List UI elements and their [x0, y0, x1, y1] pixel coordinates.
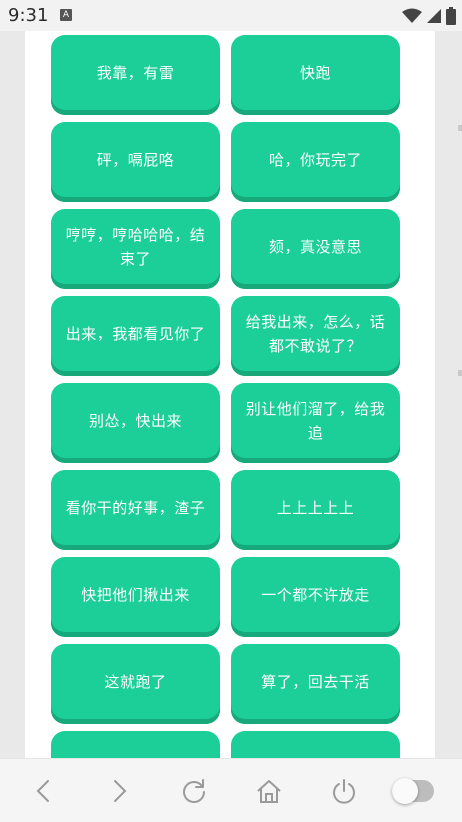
sound-button[interactable]: 颏，真没意思 — [231, 209, 400, 289]
status-icons — [402, 6, 456, 26]
sound-button[interactable]: 我靠，有雷 — [51, 35, 220, 115]
scroll-mark — [458, 370, 462, 376]
sound-button[interactable]: 一个都不许放走 — [231, 557, 400, 637]
signal-icon — [426, 8, 442, 24]
home-button[interactable] — [251, 773, 287, 809]
battery-icon — [446, 7, 456, 25]
sound-button[interactable] — [51, 731, 220, 758]
home-icon — [257, 780, 281, 803]
toggle-switch[interactable] — [392, 778, 434, 804]
sound-button[interactable]: 哼哼，哼哈哈哈，结束了 — [51, 209, 220, 289]
sound-button[interactable]: 算了，回去干活 — [231, 644, 400, 724]
sound-button[interactable]: 上上上上上 — [231, 470, 400, 550]
power-icon — [333, 779, 355, 804]
sound-button[interactable]: 给我出来，怎么，话都不敢说了？ — [231, 296, 400, 376]
refresh-icon — [183, 779, 205, 803]
sound-button[interactable]: 别怂，快出来 — [51, 383, 220, 463]
back-button[interactable] — [26, 773, 62, 809]
power-button[interactable] — [326, 773, 362, 809]
forward-button[interactable] — [101, 773, 137, 809]
wifi-icon — [402, 8, 422, 24]
bottom-nav-bar — [0, 758, 462, 822]
scroll-mark — [458, 125, 462, 131]
sound-button[interactable]: 快把他们揪出来 — [51, 557, 220, 637]
sound-button[interactable] — [231, 731, 400, 758]
sound-button[interactable]: 砰，嗝屁咯 — [51, 122, 220, 202]
status-bar: 9:31 A — [0, 0, 462, 31]
sound-button[interactable]: 别让他们溜了，给我追 — [231, 383, 400, 463]
sound-button[interactable]: 看你干的好事，渣子 — [51, 470, 220, 550]
notification-icon: A — [60, 9, 72, 21]
sound-button[interactable]: 哈，你玩完了 — [231, 122, 400, 202]
sound-button[interactable]: 出来，我都看见你了 — [51, 296, 220, 376]
refresh-button[interactable] — [176, 773, 212, 809]
status-time: 9:31 — [8, 5, 49, 26]
chevron-right-icon — [114, 780, 127, 802]
sound-button[interactable]: 这就跑了 — [51, 644, 220, 724]
toggle-knob — [392, 778, 418, 804]
sound-button[interactable]: 快跑 — [231, 35, 400, 115]
content-panel[interactable]: 我靠，有雷 快跑 砰，嗝屁咯 哈，你玩完了 哼哼，哼哈哈哈，结束了 颏，真没意思… — [25, 31, 435, 758]
chevron-left-icon — [36, 780, 49, 802]
